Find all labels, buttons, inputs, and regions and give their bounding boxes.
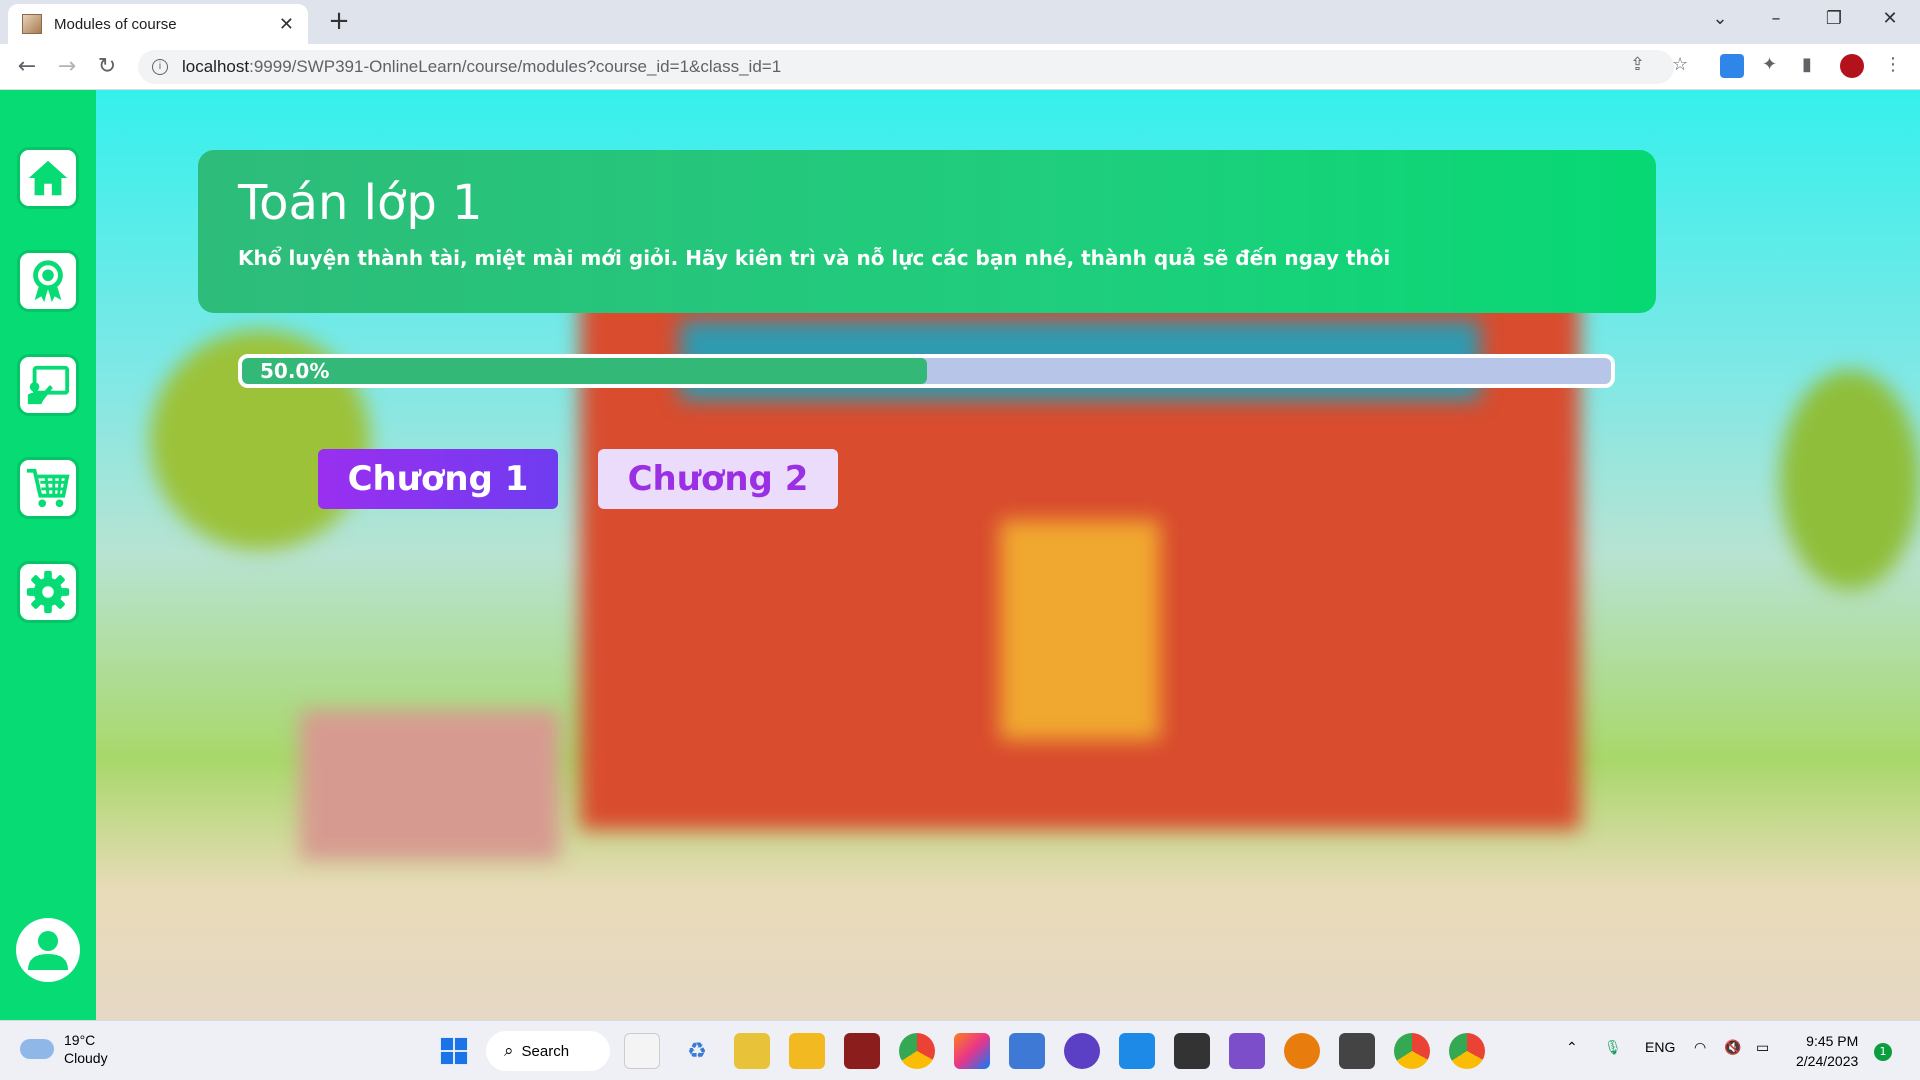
tab-favicon-icon: [22, 14, 42, 34]
home-icon: [28, 160, 68, 196]
microphone-icon[interactable]: 🎙: [1604, 1039, 1622, 1056]
tab-search-icon[interactable]: ⌄: [1700, 4, 1740, 34]
snipping-tool-icon[interactable]: [734, 1033, 770, 1069]
sidebar-profile-button[interactable]: [16, 918, 80, 982]
windows-taskbar: 19°C Cloudy ⌕ Search ♻ ⌃ 🎙 ENG ◠ 🔇 ▭ 9:4…: [0, 1020, 1920, 1080]
new-tab-button[interactable]: +: [324, 6, 354, 36]
unity-icon[interactable]: [1174, 1033, 1210, 1069]
menu-kebab-icon[interactable]: ⋮: [1884, 54, 1902, 75]
user-icon: [28, 931, 68, 970]
notification-badge[interactable]: 1: [1874, 1043, 1892, 1061]
url-field[interactable]: i localhost:9999/SWP391-OnlineLearn/cour…: [138, 50, 1674, 84]
chrome-icon[interactable]: [899, 1033, 935, 1069]
unity-hub-icon[interactable]: [1339, 1033, 1375, 1069]
taskbar-search[interactable]: ⌕ Search: [486, 1031, 610, 1071]
recycle-bin-icon[interactable]: ♻: [679, 1033, 715, 1069]
course-progress-bar: 50.0%: [238, 354, 1615, 388]
sidebar: [0, 90, 96, 1020]
chrome-profile-icon[interactable]: [1449, 1033, 1485, 1069]
speaker-muted-icon[interactable]: 🔇: [1724, 1039, 1741, 1056]
page-viewport: Toán lớp 1 Khổ luyện thành tài, miệt mài…: [0, 90, 1920, 1020]
minimize-button[interactable]: –: [1756, 4, 1796, 34]
weather-temp: 19°C: [64, 1032, 96, 1048]
course-title: Toán lớp 1: [238, 175, 483, 231]
sidebar-item-settings[interactable]: [17, 561, 79, 623]
clock-time: 9:45 PM: [1806, 1033, 1859, 1049]
sidebar-item-classroom[interactable]: [17, 354, 79, 416]
back-icon[interactable]: ←: [12, 52, 42, 82]
restore-button[interactable]: ❐: [1814, 4, 1854, 34]
app-red-icon[interactable]: [844, 1033, 880, 1069]
chrome-active-icon[interactable]: [1394, 1033, 1430, 1069]
site-info-icon[interactable]: i: [152, 59, 168, 75]
battery-icon[interactable]: ▭: [1756, 1039, 1769, 1056]
store-app-icon[interactable]: [624, 1033, 660, 1069]
extension-drop-icon[interactable]: [1720, 54, 1744, 78]
progress-percent: 50.0%: [260, 359, 330, 383]
tab-title: Modules of course: [54, 15, 177, 33]
wifi-icon[interactable]: ◠: [1694, 1039, 1706, 1056]
address-bar: ← → ↻ i localhost:9999/SWP391-OnlineLear…: [0, 44, 1920, 90]
module-button-1[interactable]: Chương 1: [318, 449, 558, 509]
blender-icon[interactable]: [1284, 1033, 1320, 1069]
system-clock[interactable]: 9:45 PM 2/24/2023: [1796, 1031, 1858, 1071]
clock-date: 2/24/2023: [1796, 1053, 1859, 1069]
settings-icon: [26, 570, 70, 614]
start-button[interactable]: [436, 1033, 472, 1069]
tray-overflow-icon[interactable]: ⌃: [1566, 1039, 1578, 1056]
cloud-icon: [20, 1039, 54, 1059]
windows-logo-icon: [440, 1037, 468, 1065]
browser-tab[interactable]: Modules of course ✕: [8, 4, 308, 44]
url-path: :9999/SWP391-OnlineLearn/course/modules?…: [249, 57, 782, 76]
award-icon: [33, 260, 63, 303]
profile-avatar-icon[interactable]: [1840, 54, 1864, 78]
progress-fill: [242, 358, 927, 384]
course-header-banner: Toán lớp 1 Khổ luyện thành tài, miệt mài…: [198, 150, 1656, 313]
cart-icon: [26, 468, 70, 508]
virtualbox-icon[interactable]: [1009, 1033, 1045, 1069]
extensions-puzzle-icon[interactable]: ✦: [1762, 54, 1777, 75]
language-indicator[interactable]: ENG: [1645, 1039, 1675, 1055]
course-subtitle: Khổ luyện thành tài, miệt mài mới giỏi. …: [238, 246, 1391, 270]
visual-studio-icon[interactable]: [1229, 1033, 1265, 1069]
search-icon: ⌕: [504, 1041, 514, 1060]
weather-desc: Cloudy: [64, 1050, 108, 1066]
share-icon[interactable]: ⇪: [1630, 54, 1645, 75]
intellij-icon[interactable]: [954, 1033, 990, 1069]
side-panel-icon[interactable]: ▮: [1802, 54, 1812, 75]
module-button-2[interactable]: Chương 2: [598, 449, 838, 509]
close-window-button[interactable]: ✕: [1870, 4, 1910, 34]
browser-tab-strip: Modules of course ✕ + ⌄ – ❐ ✕: [0, 0, 1920, 44]
reload-icon[interactable]: ↻: [92, 52, 122, 82]
file-explorer-icon[interactable]: [789, 1033, 825, 1069]
taskbar-search-label: Search: [521, 1042, 570, 1060]
tab-close-icon[interactable]: ✕: [279, 14, 294, 35]
sidebar-item-achievements[interactable]: [17, 250, 79, 312]
classroom-icon: [27, 365, 70, 405]
weather-widget[interactable]: 19°C Cloudy: [20, 1031, 108, 1067]
url-host: localhost: [182, 57, 250, 76]
github-desktop-icon[interactable]: [1064, 1033, 1100, 1069]
forward-icon[interactable]: →: [52, 52, 82, 82]
bookmark-star-icon[interactable]: ☆: [1672, 54, 1688, 75]
sidebar-item-shop[interactable]: [17, 457, 79, 519]
vscode-icon[interactable]: [1119, 1033, 1155, 1069]
sidebar-item-home[interactable]: [17, 147, 79, 209]
